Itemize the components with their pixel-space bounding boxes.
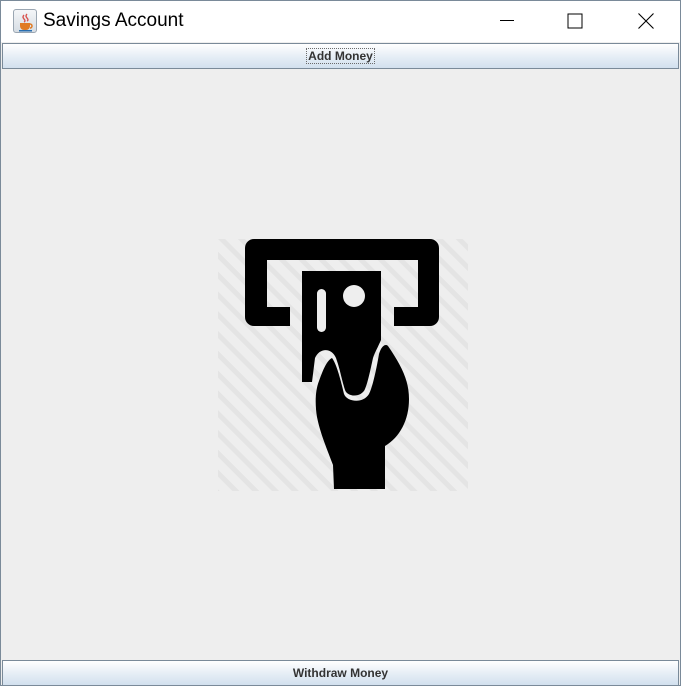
withdraw-money-button[interactable]: Withdraw Money bbox=[2, 660, 679, 686]
maximize-icon bbox=[567, 13, 583, 29]
add-money-button[interactable]: Add Money bbox=[2, 43, 679, 69]
content-panel bbox=[2, 69, 679, 659]
minimize-button[interactable] bbox=[484, 1, 530, 41]
atm-card-insert-icon bbox=[218, 239, 468, 491]
close-button[interactable] bbox=[623, 1, 669, 41]
withdraw-money-label: Withdraw Money bbox=[292, 666, 389, 680]
add-money-label: Add Money bbox=[306, 48, 375, 64]
window-title: Savings Account bbox=[43, 10, 184, 31]
minimize-icon bbox=[500, 20, 514, 21]
maximize-button[interactable] bbox=[552, 1, 598, 41]
close-icon bbox=[638, 13, 654, 29]
java-coffee-cup-icon[interactable] bbox=[13, 9, 37, 33]
savings-account-window: Savings Account Add Money Withdraw Money bbox=[0, 0, 681, 686]
title-bar[interactable]: Savings Account bbox=[1, 1, 680, 42]
